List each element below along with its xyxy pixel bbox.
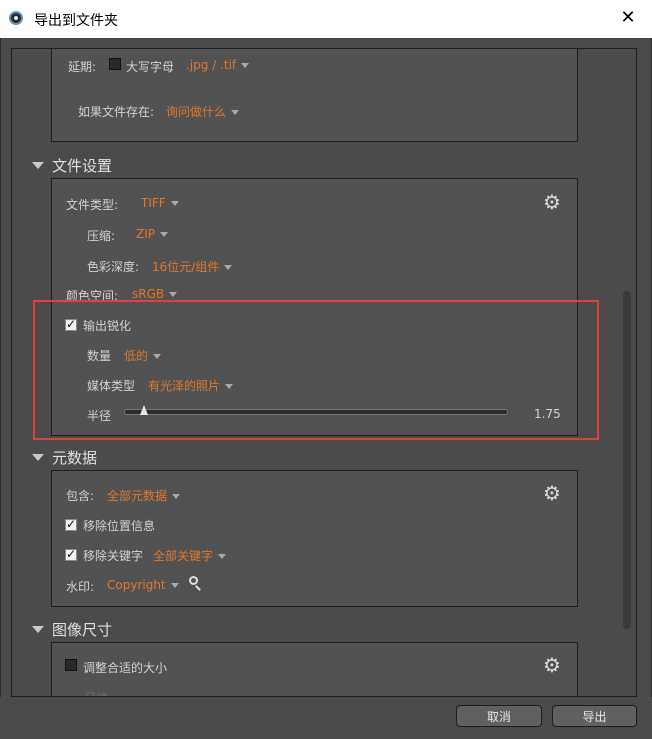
search-icon[interactable] xyxy=(189,576,198,585)
chevron-down-icon xyxy=(225,384,234,389)
color-space-dropdown[interactable]: sRGB xyxy=(132,287,178,301)
chevron-down-icon xyxy=(218,554,227,559)
collapse-triangle-icon[interactable] xyxy=(32,626,44,633)
gear-icon[interactable]: ⚙ xyxy=(543,192,561,212)
amount-label: 数量 xyxy=(87,349,112,363)
bit-depth-dropdown[interactable]: 16位元/组件 xyxy=(152,258,233,275)
chevron-down-icon xyxy=(170,201,179,206)
if-exists-dropdown[interactable]: 询问做什么 xyxy=(166,103,240,120)
file-settings-panel: 文件类型: TIFF ⚙ 压缩: ZIP 色彩深度: 16位元/组件 颜色空间:… xyxy=(51,178,578,436)
keywords-value: 全部关键字 xyxy=(153,549,214,563)
resize-checkbox[interactable] xyxy=(65,659,77,671)
media-type-value: 有光泽的照片 xyxy=(148,379,221,393)
chevron-down-icon xyxy=(231,110,240,115)
remove-location-checkbox[interactable] xyxy=(65,517,77,531)
uppercase-checkbox[interactable] xyxy=(109,58,121,70)
include-value: 全部元数据 xyxy=(107,489,168,503)
file-settings-title: 文件设置 xyxy=(52,157,113,175)
radius-label: 半径 xyxy=(87,409,112,423)
chevron-down-icon xyxy=(172,494,181,499)
if-exists-label: 如果文件存在: xyxy=(78,105,155,119)
radius-value: 1.75 xyxy=(534,407,561,421)
chevron-down-icon xyxy=(160,232,168,237)
file-settings-header[interactable]: 文件设置 xyxy=(32,155,112,176)
compression-label: 压缩: xyxy=(87,229,116,243)
image-size-panel: 调整合适的大小 ⚙ 尺寸 xyxy=(51,642,578,696)
if-exists-value: 询问做什么 xyxy=(166,105,227,119)
radius-slider-thumb[interactable] xyxy=(140,405,148,415)
remove-location-label: 移除位置信息 xyxy=(83,519,156,533)
watermark-value: Copyright xyxy=(107,578,166,592)
chevron-down-icon xyxy=(153,354,162,359)
bit-depth-value: 16位元/组件 xyxy=(152,260,220,274)
include-label: 包含: xyxy=(66,489,95,503)
collapse-triangle-icon[interactable] xyxy=(32,162,44,169)
app-icon xyxy=(9,11,23,25)
color-space-value: sRGB xyxy=(132,287,165,301)
chevron-down-icon xyxy=(241,63,250,68)
close-icon[interactable]: ✕ xyxy=(618,7,638,29)
file-naming-panel: 延期: 大写字母 .jpg / .tif 如果文件存在: 询问做什么 xyxy=(51,49,578,142)
gear-icon[interactable]: ⚙ xyxy=(543,483,561,503)
remove-keywords-label: 移除关键字 xyxy=(83,549,144,563)
export-settings-scroll-area[interactable]: 延期: 大写字母 .jpg / .tif 如果文件存在: 询问做什么 文件设置 … xyxy=(11,48,637,697)
include-dropdown[interactable]: 全部元数据 xyxy=(107,487,181,504)
watermark-label: 水印: xyxy=(66,580,95,594)
window-title: 导出到文件夹 xyxy=(34,13,118,29)
remove-keywords-checkbox[interactable] xyxy=(65,547,77,561)
metadata-header[interactable]: 元数据 xyxy=(32,447,97,468)
color-space-label: 颜色空间: xyxy=(66,289,119,303)
extension-value: .jpg / .tif xyxy=(186,58,237,72)
amount-dropdown[interactable]: 低的 xyxy=(124,347,162,364)
metadata-panel: 包含: 全部元数据 ⚙ 移除位置信息 移除关键字 全部关键字 水印: Copyr… xyxy=(51,470,578,607)
radius-slider[interactable] xyxy=(124,409,508,415)
file-type-value: TIFF xyxy=(141,196,166,210)
bit-depth-label: 色彩深度: xyxy=(87,260,140,274)
image-size-header[interactable]: 图像尺寸 xyxy=(32,619,112,640)
gear-icon[interactable]: ⚙ xyxy=(543,655,561,675)
chevron-down-icon xyxy=(169,292,178,297)
file-type-dropdown[interactable]: TIFF xyxy=(141,196,179,210)
chevron-down-icon xyxy=(170,583,179,588)
resize-label: 调整合适的大小 xyxy=(83,661,168,675)
extension-dropdown[interactable]: .jpg / .tif xyxy=(186,58,250,72)
media-type-dropdown[interactable]: 有光泽的照片 xyxy=(148,377,234,394)
compression-value: ZIP xyxy=(136,227,155,241)
cancel-button[interactable]: 取消 xyxy=(456,705,542,727)
output-sharpen-checkbox[interactable] xyxy=(65,317,77,331)
dialog-footer: 取消 导出 xyxy=(0,697,652,739)
size-dropdown-partial[interactable]: 尺寸 xyxy=(84,689,121,696)
uppercase-label: 大写字母 xyxy=(126,60,175,74)
chevron-down-icon xyxy=(224,265,233,270)
export-button[interactable]: 导出 xyxy=(552,705,637,727)
output-sharpen-label: 输出锐化 xyxy=(83,319,132,333)
file-type-label: 文件类型: xyxy=(66,198,119,212)
watermark-dropdown[interactable]: Copyright xyxy=(107,578,179,592)
metadata-title: 元数据 xyxy=(52,449,98,467)
keywords-dropdown[interactable]: 全部关键字 xyxy=(153,547,227,564)
scrollbar-thumb[interactable] xyxy=(623,291,631,629)
extension-label: 延期: xyxy=(68,60,97,74)
image-size-title: 图像尺寸 xyxy=(52,621,113,639)
collapse-triangle-icon[interactable] xyxy=(32,454,44,461)
compression-dropdown[interactable]: ZIP xyxy=(136,227,168,241)
amount-value: 低的 xyxy=(124,349,149,363)
title-bar: 导出到文件夹 ✕ xyxy=(0,0,652,38)
media-type-label: 媒体类型 xyxy=(87,379,136,393)
